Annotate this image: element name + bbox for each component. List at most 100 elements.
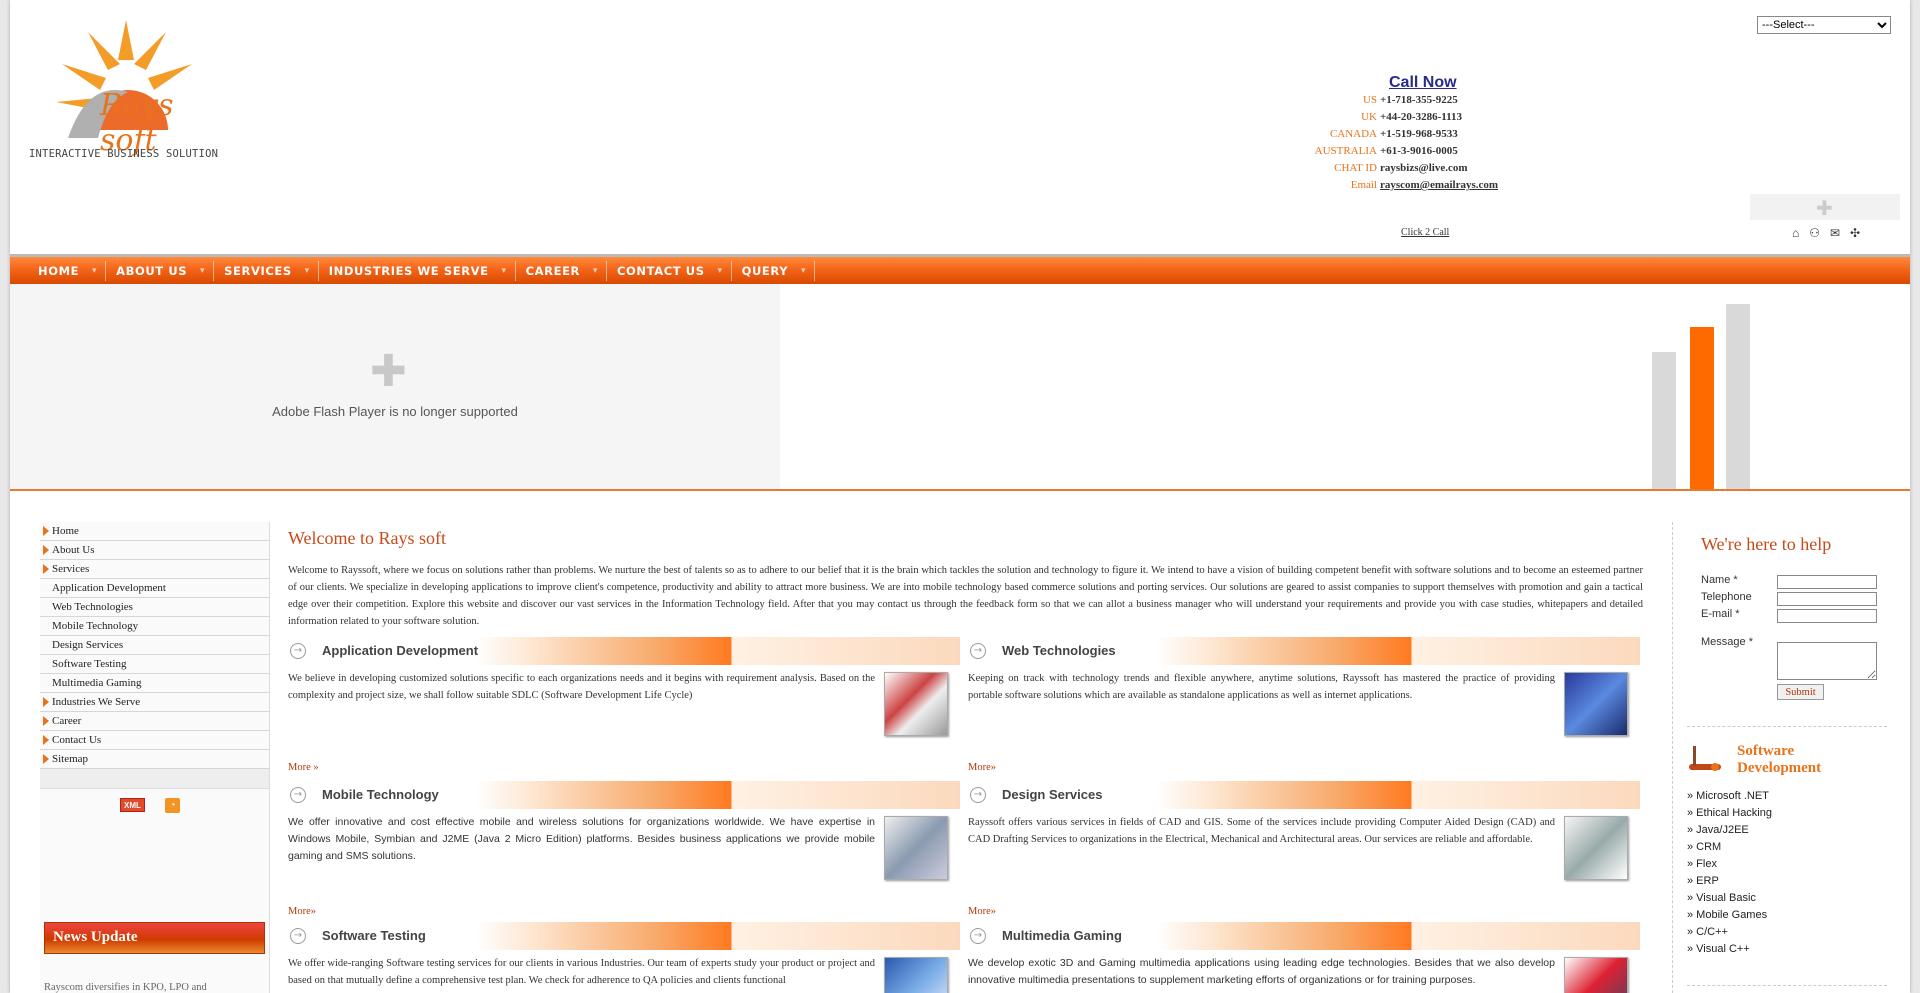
xml-feed-icon[interactable]: XML [120,798,145,812]
service-title[interactable]: Software Testing [322,928,426,943]
submit-button[interactable]: Submit [1777,684,1824,700]
language-select[interactable]: ---Select--- [1757,16,1891,34]
software-development-title: Software Development [1737,743,1821,777]
service-description: We believe in developing customized solu… [288,673,875,701]
nav-item-contact-us[interactable]: CONTACT US [617,260,732,281]
sidebar-item-contact-us[interactable]: Contact Us [40,731,269,750]
contact-value: raysbizs@live.com [1380,162,1468,174]
more-link[interactable]: More» [288,906,316,917]
nav-item-home[interactable]: HOME [38,260,107,281]
service-design-services: → Design Services Rayssoft offers various … [968,781,1640,917]
name-label: Name * [1701,574,1738,586]
right-sidebar: We're here to help Name * Telephone E-ma… [1672,522,1910,993]
feed-icons: XML ◔ [120,798,180,813]
sd-list-item[interactable]: » Java/J2EE [1687,824,1772,841]
sidebar-item-services[interactable]: Services [40,560,269,579]
contact-label: AUSTRALIA [1314,145,1377,157]
sidebar-item-mobile-technology[interactable]: Mobile Technology [40,617,269,636]
sd-list-item[interactable]: » CRM [1687,841,1772,858]
service-thumbnail[interactable] [1564,957,1628,993]
service-header: → Design Services [968,781,1640,809]
nav-item-industries-we-serve[interactable]: INDUSTRIES WE SERVE [329,260,516,281]
sidebar-item-software-testing[interactable]: Software Testing [40,655,269,674]
right-sidebar-divider-2 [1687,985,1887,986]
sidebar-separator [40,769,269,789]
sd-list-item[interactable]: » ERP [1687,875,1772,892]
nav-item-services[interactable]: SERVICES [224,260,319,281]
sd-list-item[interactable]: » Microsoft .NET [1687,790,1772,807]
more-link[interactable]: More» [968,762,996,773]
arrow-circle-icon: → [970,643,986,659]
message-field[interactable] [1777,642,1877,680]
service-header: → Multimedia Gaming [968,922,1640,950]
arrow-circle-icon: → [970,787,986,803]
service-description: We develop exotic 3D and Gaming multimed… [968,957,1555,986]
site-logo[interactable]: Rays soft [28,20,228,165]
service-mobile-technology: → Mobile Technology We offer innovative a… [288,781,960,917]
arrow-circle-icon: → [290,643,306,659]
sd-list-item[interactable]: » Visual C++ [1687,943,1772,960]
contact-label: CANADA [1329,128,1377,140]
contact-row: AUSTRALIA +61-3-9016-0005 [1260,145,1520,162]
software-development-header: Software Development [1687,740,1897,780]
contact-row: CHAT ID raysbizs@live.com [1260,162,1520,179]
arrow-circle-icon: → [290,787,306,803]
service-header: → Mobile Technology [288,781,960,809]
sidebar-item-sitemap[interactable]: Sitemap [40,750,269,769]
nav-item-about-us[interactable]: ABOUT US [116,260,215,281]
contact-label: CHAT ID [1334,162,1377,174]
news-item[interactable]: Rayscom diversifies in KPO, LPO and [44,982,207,993]
sidebar-item-home[interactable]: Home [40,522,269,541]
more-link[interactable]: More» [968,906,996,917]
sitemap-icon[interactable]: ⚇ [1809,226,1820,241]
service-title[interactable]: Web Technologies [1002,643,1116,658]
call-now-link[interactable]: Call Now [1389,74,1457,92]
name-field[interactable] [1777,575,1877,589]
sd-list-item[interactable]: » Flex [1687,858,1772,875]
flash-unsupported-message: Adobe Flash Player is no longer supporte… [272,404,518,419]
email-field[interactable] [1777,609,1877,623]
service-title[interactable]: Multimedia Gaming [1002,928,1122,943]
service-body: Keeping on track with technology trends … [968,670,1640,736]
sd-list-item[interactable]: » Visual Basic [1687,892,1772,909]
sidebar-item-multimedia-gaming[interactable]: Multimedia Gaming [40,674,269,693]
sd-list-item[interactable]: » Ethical Hacking [1687,807,1772,824]
flash-banner: ✚ Adobe Flash Player is no longer suppor… [10,284,780,489]
sidebar-item-web-technologies[interactable]: Web Technologies [40,598,269,617]
sidebar-item-about-us[interactable]: About Us [40,541,269,560]
telephone-label: Telephone [1701,591,1752,603]
service-application-development: → Application Development We believe in de… [288,637,960,773]
service-title[interactable]: Design Services [1002,787,1102,802]
service-title[interactable]: Mobile Technology [322,787,439,802]
service-thumbnail[interactable] [884,816,948,880]
service-thumbnail[interactable] [884,957,948,993]
home-icon[interactable]: ⌂ [1792,226,1799,241]
puzzle-icon: ✚ [1816,198,1833,220]
telephone-field[interactable] [1777,592,1877,606]
contact-row: Email rayscom@emailrays.com [1260,179,1520,196]
message-label: Message * [1701,636,1753,648]
more-link[interactable]: More » [288,762,319,773]
sidebar-item-industries-we-serve[interactable]: Industries We Serve [40,693,269,712]
contact-value[interactable]: rayscom@emailrays.com [1380,179,1498,196]
service-thumbnail[interactable] [884,672,948,736]
rss-feed-icon[interactable]: ◔ [165,798,180,813]
sd-list-item[interactable]: » Mobile Games [1687,909,1772,926]
sd-list-item[interactable]: » C/C++ [1687,926,1772,943]
contact-value: +1-718-355-9225 [1380,94,1458,106]
sidebar-item-application-development[interactable]: Application Development [40,579,269,598]
bookmark-icon[interactable]: ✣ [1850,226,1860,241]
service-thumbnail[interactable] [1564,672,1628,736]
service-title[interactable]: Application Development [322,643,478,658]
sidebar-item-design-services[interactable]: Design Services [40,636,269,655]
nav-item-career[interactable]: CAREER [526,260,607,281]
mail-icon[interactable]: ✉ [1830,226,1840,241]
click2call-link[interactable]: Click 2 Call [1401,227,1449,238]
contact-value: +1-519-968-9533 [1380,128,1458,140]
sidebar-item-career[interactable]: Career [40,712,269,731]
email-label: E-mail * [1701,608,1740,620]
banner-divider [10,489,1910,491]
nav-item-query[interactable]: QUERY [742,260,816,281]
service-thumbnail[interactable] [1564,816,1628,880]
page-container: Rays soft INTERACTIVE BUSINESS SOLUTION … [10,0,1910,993]
